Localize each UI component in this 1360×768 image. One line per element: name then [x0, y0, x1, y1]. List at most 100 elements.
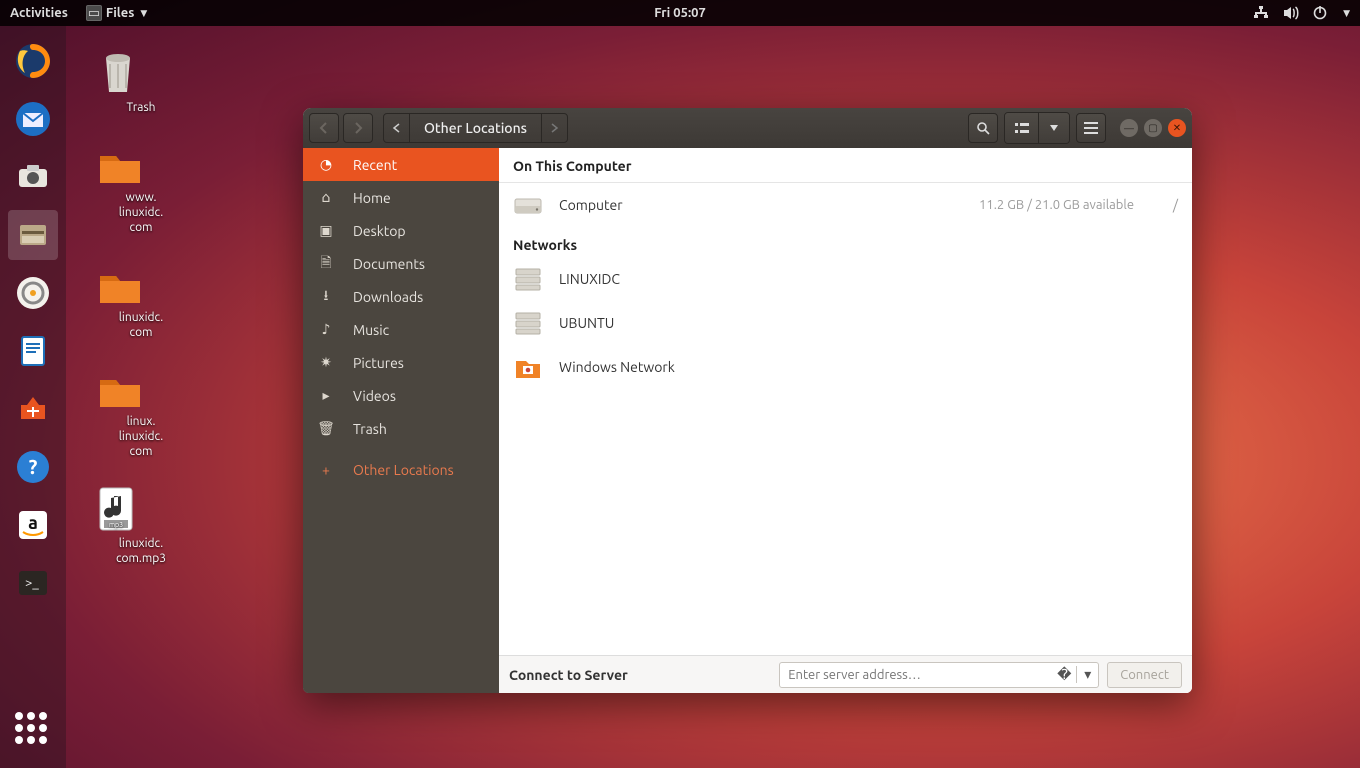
server-icon: [513, 264, 543, 294]
power-icon[interactable]: [1313, 6, 1327, 20]
harddrive-icon: [513, 190, 543, 220]
server-address-field: � ▾: [779, 662, 1099, 688]
dock-amazon[interactable]: a: [8, 500, 58, 550]
disk-usage: 11.2 GB / 21.0 GB available: [979, 198, 1134, 212]
activities-button[interactable]: Activities: [10, 6, 68, 20]
minimize-button[interactable]: —: [1120, 119, 1138, 137]
back-button[interactable]: [309, 113, 339, 143]
titlebar: Other Locations — ▢ ✕: [303, 108, 1192, 148]
address-dropdown-button[interactable]: ▾: [1076, 666, 1098, 683]
clock[interactable]: Fri 05:07: [654, 6, 706, 20]
dock-rhythmbox[interactable]: [8, 268, 58, 318]
desktop-icon-mp3[interactable]: mp3 linuxidc. com.mp3: [96, 486, 186, 566]
desktop-icon-folder-www[interactable]: www. linuxidc. com: [96, 146, 186, 235]
desktop-icon-label: www. linuxidc. com: [96, 190, 186, 235]
sidebar: ◔ Recent ⌂ Home ▣Desktop 🗎Documents ⭳ Downl…: [303, 148, 499, 693]
dock-files[interactable]: [8, 210, 58, 260]
connect-button[interactable]: Connect: [1107, 662, 1182, 688]
row-network[interactable]: Windows Network: [499, 345, 1192, 389]
help-icon[interactable]: �: [1052, 666, 1076, 683]
desktop-icon-label: linuxidc. com.mp3: [96, 536, 186, 566]
sidebar-item-pictures[interactable]: ✷Pictures: [303, 346, 499, 379]
home-icon: ⌂: [317, 189, 335, 206]
desktop-icon-folder-linux[interactable]: linux. linuxidc. com: [96, 370, 186, 459]
path-segment[interactable]: Other Locations: [410, 114, 541, 142]
desktop-icon-label: Trash: [96, 100, 186, 115]
desktop-icon-folder-linuxidc[interactable]: linuxidc. com: [96, 266, 186, 340]
top-bar: Activities ▭ Files ▼ Fri 05:07 ▼: [0, 0, 1360, 26]
sidebar-item-label: Downloads: [353, 289, 423, 305]
dock-help[interactable]: ?: [8, 442, 58, 492]
trash-icon: 🗑: [317, 420, 335, 437]
sidebar-item-other-locations[interactable]: +Other Locations: [303, 453, 499, 486]
chevron-down-icon[interactable]: ▼: [1343, 8, 1350, 19]
show-applications-button[interactable]: [15, 712, 51, 748]
music-icon: ♪: [317, 321, 335, 338]
sidebar-item-downloads[interactable]: ⭳ Downloads: [303, 280, 499, 313]
network-icon[interactable]: [1253, 6, 1269, 20]
network-folder-icon: [513, 352, 543, 382]
row-computer[interactable]: Computer 11.2 GB / 21.0 GB available /: [499, 183, 1192, 227]
app-menu[interactable]: ▭ Files ▼: [86, 5, 147, 21]
sidebar-item-label: Trash: [353, 421, 387, 437]
row-label: Windows Network: [559, 359, 675, 375]
plus-icon: +: [317, 462, 335, 478]
desktop-icon-label: linuxidc. com: [96, 310, 186, 340]
files-window: Other Locations — ▢ ✕ ◔ Recent: [303, 108, 1192, 693]
dock-thunderbird[interactable]: [8, 94, 58, 144]
app-menu-label: Files: [106, 6, 134, 20]
row-label: UBUNTU: [559, 315, 614, 331]
dock: ? a >_: [0, 26, 66, 768]
sidebar-item-trash[interactable]: 🗑 Trash: [303, 412, 499, 445]
dock-terminal[interactable]: >_: [8, 558, 58, 608]
mount-point: /: [1150, 197, 1178, 213]
close-button[interactable]: ✕: [1168, 119, 1186, 137]
chevron-down-icon: ▼: [140, 8, 147, 19]
volume-icon[interactable]: [1283, 6, 1299, 20]
main-view: On This Computer Computer 11.2 GB / 21.0…: [499, 148, 1192, 693]
search-button[interactable]: [968, 113, 998, 143]
sidebar-item-label: Music: [353, 322, 389, 338]
svg-text:>_: >_: [25, 576, 39, 590]
desktop-icon-trash[interactable]: Trash: [96, 46, 186, 115]
row-network[interactable]: LINUXIDC: [499, 257, 1192, 301]
hamburger-menu-button[interactable]: [1076, 113, 1106, 143]
svg-text:mp3: mp3: [109, 521, 123, 529]
path-back-segment[interactable]: [384, 114, 410, 142]
path-bar: Other Locations: [383, 113, 568, 143]
row-label: Computer: [559, 197, 623, 213]
dock-software[interactable]: [8, 384, 58, 434]
sidebar-item-label: Home: [353, 190, 391, 206]
forward-button[interactable]: [343, 113, 373, 143]
sidebar-item-label: Recent: [353, 157, 397, 173]
svg-text:?: ?: [29, 455, 38, 478]
connect-footer: Connect to Server � ▾ Connect: [499, 655, 1192, 693]
clock-icon: ◔: [317, 156, 335, 173]
camera-icon: ✷: [317, 354, 335, 371]
sidebar-item-music[interactable]: ♪ Music: [303, 313, 499, 346]
sidebar-item-videos[interactable]: ▸Videos: [303, 379, 499, 412]
maximize-button[interactable]: ▢: [1144, 119, 1162, 137]
server-address-input[interactable]: [780, 668, 1052, 682]
path-forward-segment[interactable]: [541, 114, 567, 142]
view-dropdown-button[interactable]: [1039, 113, 1069, 143]
section-heading-computer: On This Computer: [499, 148, 1192, 183]
download-icon: ⭳: [317, 285, 335, 309]
desktop-icon: ▣: [317, 222, 335, 239]
desktop-icon-label: linux. linuxidc. com: [96, 414, 186, 459]
row-network[interactable]: UBUNTU: [499, 301, 1192, 345]
desktop: Trash www. linuxidc. com linuxidc. com l…: [66, 26, 1360, 768]
section-heading-networks: Networks: [499, 227, 1192, 257]
view-list-button[interactable]: [1005, 113, 1039, 143]
dock-shotwell[interactable]: [8, 152, 58, 202]
document-icon: 🗎: [317, 252, 335, 276]
dock-firefox[interactable]: [8, 36, 58, 86]
sidebar-item-documents[interactable]: 🗎Documents: [303, 247, 499, 280]
row-label: LINUXIDC: [559, 271, 620, 287]
sidebar-item-desktop[interactable]: ▣Desktop: [303, 214, 499, 247]
sidebar-item-home[interactable]: ⌂ Home: [303, 181, 499, 214]
files-icon: ▭: [86, 5, 102, 21]
dock-writer[interactable]: [8, 326, 58, 376]
video-icon: ▸: [317, 387, 335, 404]
sidebar-item-recent[interactable]: ◔ Recent: [303, 148, 499, 181]
